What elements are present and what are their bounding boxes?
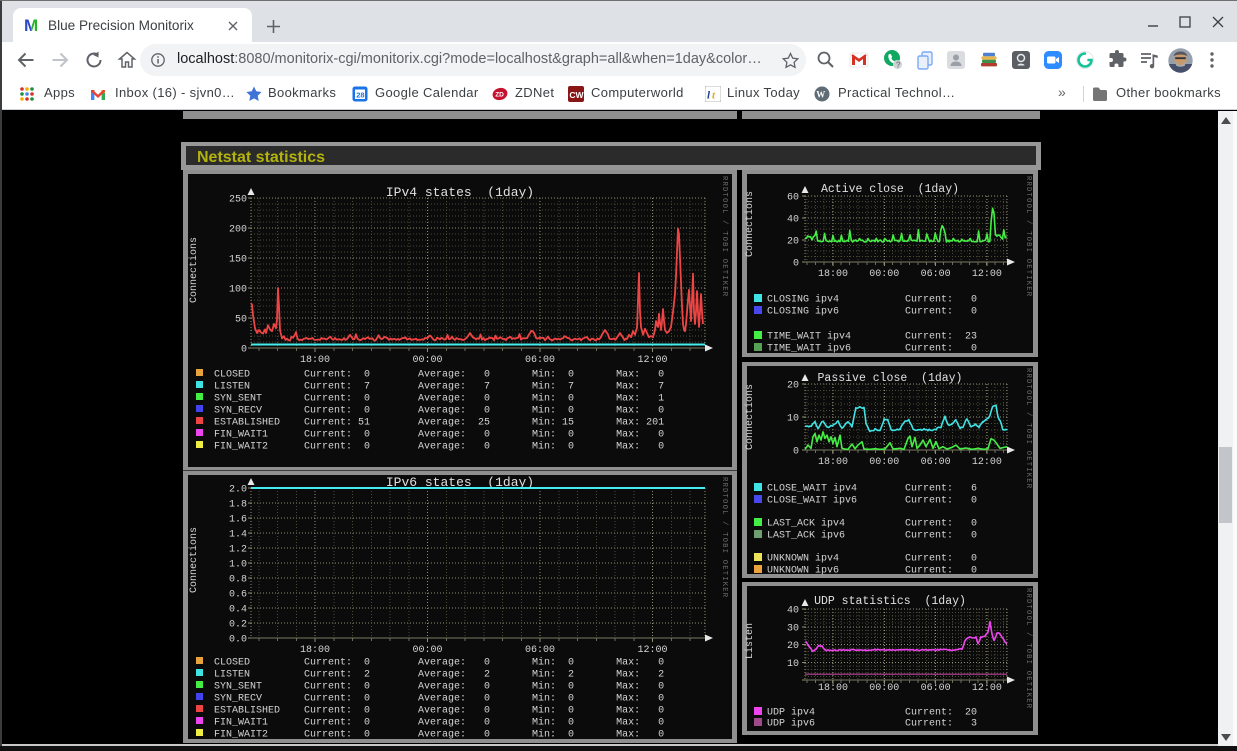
svg-text:200: 200 (229, 225, 247, 236)
svg-text:12:00: 12:00 (972, 269, 1002, 280)
svg-text:1.0: 1.0 (229, 560, 247, 571)
svg-text:UNKNOWN ipv4 Current: UNKNOWN ipv4 Current: 0 (767, 553, 977, 565)
svg-text:1.6: 1.6 (229, 515, 247, 526)
svg-text:0.2: 0.2 (229, 620, 247, 631)
svg-text:W: W (816, 90, 825, 100)
svg-text:RRDTOOL / TOBI OETIKER: RRDTOOL / TOBI OETIKER (720, 477, 728, 598)
svg-text:250: 250 (229, 195, 247, 206)
svg-text:50: 50 (235, 315, 247, 326)
svg-text:18:00: 18:00 (818, 269, 848, 280)
svg-text:IPv4 states (1day): IPv4 states (1day) (386, 185, 534, 200)
svg-text:ZD: ZD (495, 92, 504, 99)
svg-text:TIME_WAIT ipv4 Current: TIME_WAIT ipv4 Current: 23 (767, 331, 977, 343)
svg-text:10: 10 (787, 659, 799, 670)
svg-text:0.6: 0.6 (229, 590, 247, 601)
svg-text:UDP statistics (1day): UDP statistics (1day) (814, 595, 966, 608)
svg-text:ESTABLISHED Current: 51: ESTABLISHED Current: 51 Average: 25 Min:… (214, 417, 664, 429)
svg-text:RRDTOOL / TOBI OETIKER: RRDTOOL / TOBI OETIKER (1024, 588, 1032, 709)
svg-text:CLOSED Current: 0: CLOSED Current: 0 Average: 0 Min: 0 Max:… (214, 657, 664, 669)
svg-text:30: 30 (787, 623, 799, 634)
svg-text:CLOSE_WAIT ipv6 Current: CLOSE_WAIT ipv6 Current: 0 (767, 495, 977, 507)
svg-text:CLOSE_WAIT ipv4 Current: CLOSE_WAIT ipv4 Current: 6 (767, 483, 977, 495)
svg-text:UDP ipv4 Current: UDP ipv4 Current: 20 (767, 707, 977, 719)
svg-text:1.8: 1.8 (229, 500, 247, 511)
svg-text:20: 20 (787, 381, 799, 392)
svg-text:18:00: 18:00 (818, 683, 848, 694)
svg-text:12:00: 12:00 (637, 645, 667, 656)
svg-text:1.2: 1.2 (229, 545, 247, 556)
svg-text:Connections: Connections (188, 527, 200, 593)
svg-text:00:00: 00:00 (869, 269, 899, 280)
svg-text:60: 60 (787, 193, 799, 204)
svg-text:CLOSED Current: 0: CLOSED Current: 0 Average: 0 Min: 0 Max:… (214, 369, 664, 381)
svg-text:06:00: 06:00 (921, 683, 951, 694)
svg-text:Active close (1day): Active close (1day) (821, 183, 959, 196)
svg-text:LISTEN Current: 2: LISTEN Current: 2 Average: 2 Min: 2 Max:… (214, 669, 664, 681)
svg-text:0.4: 0.4 (229, 605, 247, 616)
svg-text:UNKNOWN ipv6 Current: UNKNOWN ipv6 Current: 0 (767, 565, 977, 577)
svg-text:SYN_SENT Current: 0: SYN_SENT Current: 0 Average: 0 Min: 0 Ma… (214, 681, 664, 693)
svg-text:06:00: 06:00 (921, 457, 951, 468)
svg-text:SYN_RECV Current: 0: SYN_RECV Current: 0 Average: 0 Min: 0 Ma… (214, 693, 664, 705)
svg-text:?: ? (896, 61, 901, 70)
svg-text:10: 10 (787, 414, 799, 425)
svg-text:150: 150 (229, 255, 247, 266)
svg-text:UDP ipv6 Current: UDP ipv6 Current: 3 (767, 718, 977, 730)
svg-text:CW: CW (569, 90, 584, 100)
svg-text:LISTEN Current: 7: LISTEN Current: 7 Average: 7 Min: 7 Max:… (214, 381, 664, 393)
svg-text:FIN_WAIT1 Current: 0: FIN_WAIT1 Current: 0 Average: 0 Min: 0 M… (214, 429, 664, 441)
svg-text:RRDTOOL / TOBI OETIKER: RRDTOOL / TOBI OETIKER (720, 176, 728, 297)
svg-text:0: 0 (793, 259, 799, 270)
svg-text:CLOSING ipv6 Current: CLOSING ipv6 Current: 0 (767, 306, 977, 318)
svg-text:Netstat statistics: Netstat statistics (197, 149, 325, 166)
svg-text:SYN_SENT Current: 0: SYN_SENT Current: 0 Average: 0 Min: 0 Ma… (214, 393, 664, 405)
svg-text:Listen: Listen (744, 623, 756, 659)
svg-text:18:00: 18:00 (300, 355, 330, 366)
svg-text:0.0: 0.0 (229, 635, 247, 646)
svg-text:00:00: 00:00 (869, 457, 899, 468)
svg-text:20: 20 (787, 237, 799, 248)
svg-text:12:00: 12:00 (972, 457, 1002, 468)
svg-text:40: 40 (787, 215, 799, 226)
svg-text:FIN_WAIT2 Current: 0: FIN_WAIT2 Current: 0 Average: 0 Min: 0 M… (214, 729, 664, 741)
svg-text:100: 100 (229, 285, 247, 296)
svg-text:Connections: Connections (188, 237, 200, 303)
svg-text:0.8: 0.8 (229, 575, 247, 586)
svg-text:0: 0 (793, 447, 799, 458)
svg-text:RRDTOOL / TOBI OETIKER: RRDTOOL / TOBI OETIKER (1024, 176, 1032, 297)
svg-text:06:00: 06:00 (525, 645, 555, 656)
svg-text:Passive close (1day): Passive close (1day) (818, 372, 963, 385)
svg-text:RRDTOOL / TOBI OETIKER: RRDTOOL / TOBI OETIKER (1024, 368, 1032, 489)
svg-text:ESTABLISHED Current: 0: ESTABLISHED Current: 0 Average: 0 Min: 0… (214, 705, 664, 717)
svg-text:18:00: 18:00 (300, 645, 330, 656)
svg-text:2.0: 2.0 (229, 485, 247, 496)
svg-text:20: 20 (787, 641, 799, 652)
svg-text:40: 40 (787, 606, 799, 617)
svg-text:CLOSING ipv4 Current: CLOSING ipv4 Current: 0 (767, 294, 977, 306)
svg-text:12:00: 12:00 (972, 683, 1002, 694)
svg-text:00:00: 00:00 (412, 645, 442, 656)
svg-text:06:00: 06:00 (525, 355, 555, 366)
svg-text:00:00: 00:00 (412, 355, 442, 366)
svg-text:FIN_WAIT2 Current: 0: FIN_WAIT2 Current: 0 Average: 0 Min: 0 M… (214, 441, 664, 453)
svg-text:06:00: 06:00 (921, 269, 951, 280)
svg-text:12:00: 12:00 (637, 355, 667, 366)
svg-text:Connections: Connections (744, 384, 756, 450)
svg-text:00:00: 00:00 (869, 683, 899, 694)
svg-text:SYN_RECV Current: 0: SYN_RECV Current: 0 Average: 0 Min: 0 Ma… (214, 405, 664, 417)
svg-text:TIME_WAIT ipv6 Current: TIME_WAIT ipv6 Current: 0 (767, 343, 977, 355)
svg-text:0: 0 (241, 345, 247, 356)
svg-text:18:00: 18:00 (818, 457, 848, 468)
svg-text:LAST_ACK ipv4 Current: LAST_ACK ipv4 Current: 0 (767, 518, 977, 530)
svg-text:FIN_WAIT1 Current: 0: FIN_WAIT1 Current: 0 Average: 0 Min: 0 M… (214, 717, 664, 729)
svg-text:Connections: Connections (744, 191, 756, 257)
svg-text:LAST_ACK ipv6 Current: LAST_ACK ipv6 Current: 0 (767, 530, 977, 542)
svg-text:28: 28 (356, 90, 364, 99)
svg-text:1.4: 1.4 (229, 530, 247, 541)
